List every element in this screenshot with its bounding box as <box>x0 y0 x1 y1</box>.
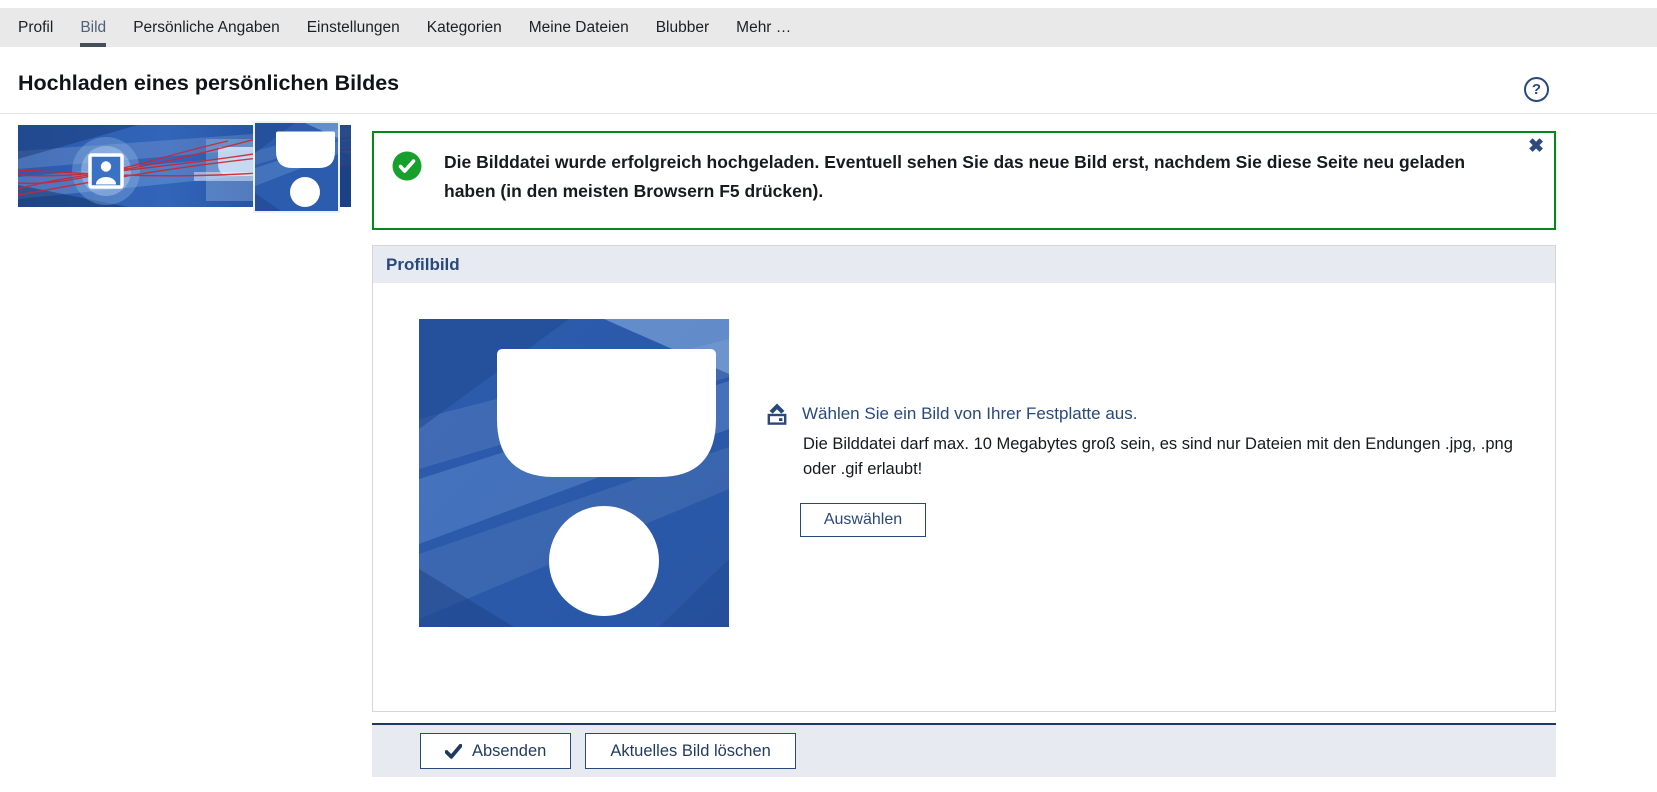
submit-button[interactable]: Absenden <box>420 733 571 769</box>
avatar-artwork <box>419 319 729 627</box>
delete-image-button-label: Aktuelles Bild löschen <box>610 742 771 761</box>
help-icon[interactable]: ? <box>1524 77 1549 102</box>
profilbild-section: Profilbild <box>372 245 1556 712</box>
profile-image-page: Profil Bild Persönliche Angaben Einstell… <box>0 0 1657 792</box>
help-glyph: ? <box>1532 81 1541 98</box>
delete-image-button[interactable]: Aktuelles Bild löschen <box>585 733 796 769</box>
tab-meine-dateien[interactable]: Meine Dateien <box>529 8 629 47</box>
tab-profil[interactable]: Profil <box>18 8 53 47</box>
check-icon <box>445 744 462 759</box>
choose-file-link[interactable]: Wählen Sie ein Bild von Ihrer Festplatte… <box>802 404 1137 424</box>
choose-file-button[interactable]: Auswählen <box>800 503 926 537</box>
tab-blubber[interactable]: Blubber <box>656 8 709 47</box>
form-footer: Absenden Aktuelles Bild löschen <box>372 725 1556 777</box>
upload-icon <box>764 401 790 427</box>
success-check-icon <box>392 151 422 181</box>
tab-persoenliche-angaben[interactable]: Persönliche Angaben <box>133 8 280 47</box>
profile-tab-bar: Profil Bild Persönliche Angaben Einstell… <box>0 8 1657 47</box>
tab-mehr[interactable]: Mehr … <box>736 8 791 47</box>
avatar-thumbnail-artwork <box>255 123 338 211</box>
upload-hint: Die Bilddatei darf max. 10 Megabytes gro… <box>803 432 1548 482</box>
success-alert: Die Bilddatei wurde erfolgreich hochgela… <box>372 131 1556 230</box>
profilbild-legend: Profilbild <box>373 246 1555 283</box>
close-icon[interactable]: ✖ <box>1528 137 1544 156</box>
page-title: Hochladen eines persönlichen Bildes <box>18 71 399 96</box>
success-message: Die Bilddatei wurde erfolgreich hochgela… <box>444 148 1504 228</box>
submit-button-label: Absenden <box>472 742 546 761</box>
profile-image-preview <box>419 319 729 627</box>
title-divider <box>0 113 1657 114</box>
tab-kategorien[interactable]: Kategorien <box>427 8 502 47</box>
tab-bild[interactable]: Bild <box>80 8 106 47</box>
current-avatar-thumbnail <box>253 121 340 213</box>
tab-einstellungen[interactable]: Einstellungen <box>307 8 400 47</box>
